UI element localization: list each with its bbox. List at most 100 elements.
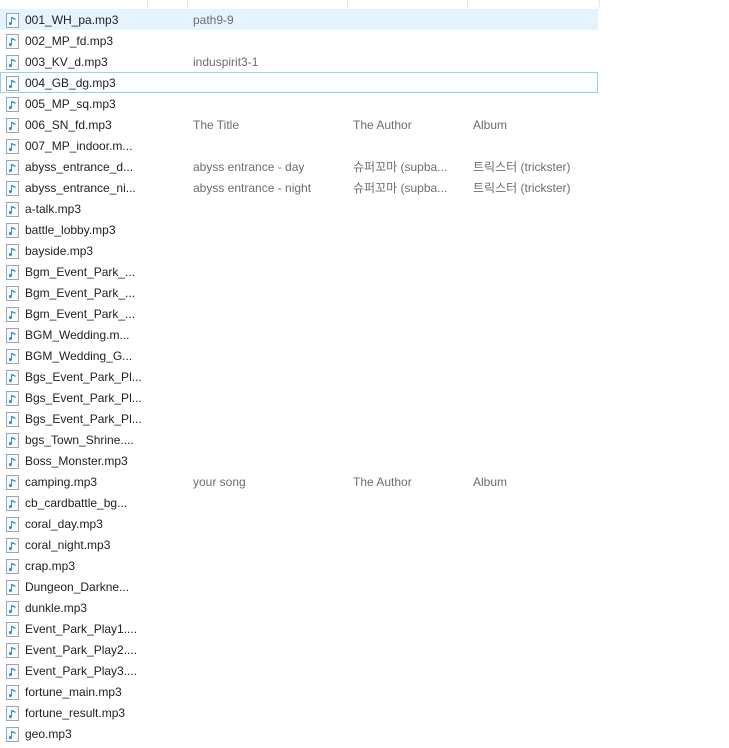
- file-row[interactable]: a-talk.mp3: [0, 198, 598, 219]
- file-name: Event_Park_Play3....: [25, 664, 138, 678]
- file-name: bayside.mp3: [25, 244, 94, 258]
- audio-file-icon: [6, 97, 19, 112]
- file-name: a-talk.mp3: [25, 202, 82, 216]
- file-name: BGM_Wedding_G...: [25, 349, 133, 363]
- file-row[interactable]: BGM_Wedding_G...: [0, 345, 598, 366]
- file-row[interactable]: 007_MP_indoor.m...: [0, 135, 598, 156]
- file-name: coral_day.mp3: [25, 517, 103, 531]
- audio-file-icon: [6, 223, 19, 238]
- file-name: Bgm_Event_Park_...: [25, 286, 136, 300]
- file-name: cb_cardbattle_bg...: [25, 496, 128, 510]
- file-row[interactable]: coral_night.mp3: [0, 534, 598, 555]
- file-name: 004_GB_dg.mp3: [25, 76, 116, 90]
- file-name: Event_Park_Play2....: [25, 643, 138, 657]
- audio-file-icon: [6, 328, 19, 343]
- file-row[interactable]: 001_WH_pa.mp3 path9-9: [0, 9, 598, 30]
- file-row[interactable]: dunkle.mp3: [0, 597, 598, 618]
- file-row[interactable]: 002_MP_fd.mp3: [0, 30, 598, 51]
- file-name: Bgs_Event_Park_Pl...: [25, 412, 142, 426]
- file-row[interactable]: bayside.mp3: [0, 240, 598, 261]
- audio-file-icon: [6, 538, 19, 553]
- file-row[interactable]: Bgs_Event_Park_Pl...: [0, 387, 598, 408]
- file-name: bgs_Town_Shrine....: [25, 433, 134, 447]
- file-row[interactable]: cb_cardbattle_bg...: [0, 492, 598, 513]
- column-divider[interactable]: [467, 0, 468, 7]
- file-name: Bgm_Event_Park_...: [25, 307, 136, 321]
- file-author: 슈퍼꼬마 (supba...: [353, 160, 448, 174]
- audio-file-icon: [6, 727, 19, 742]
- file-title: abyss entrance - day: [193, 160, 305, 174]
- file-name: battle_lobby.mp3: [25, 223, 116, 237]
- audio-file-icon: [6, 433, 19, 448]
- column-divider[interactable]: [347, 0, 348, 7]
- file-title: path9-9: [193, 13, 234, 27]
- audio-file-icon: [6, 601, 19, 616]
- audio-file-icon: [6, 643, 19, 658]
- file-row[interactable]: abyss_entrance_d... abyss entrance - day…: [0, 156, 598, 177]
- audio-file-icon: [6, 454, 19, 469]
- audio-file-icon: [6, 412, 19, 427]
- file-row[interactable]: 006_SN_fd.mp3 The Title The Author Album: [0, 114, 598, 135]
- file-name: 005_MP_sq.mp3: [25, 97, 116, 111]
- audio-file-icon: [6, 517, 19, 532]
- audio-file-icon: [6, 349, 19, 364]
- audio-file-icon: [6, 286, 19, 301]
- file-row[interactable]: Event_Park_Play1....: [0, 618, 598, 639]
- file-row[interactable]: Bgm_Event_Park_...: [0, 303, 598, 324]
- file-row[interactable]: BGM_Wedding.m...: [0, 324, 598, 345]
- column-header-dividers: [0, 0, 729, 8]
- column-divider[interactable]: [599, 0, 600, 7]
- file-author: The Author: [353, 475, 412, 489]
- file-title: The Title: [193, 118, 240, 132]
- file-row[interactable]: fortune_main.mp3: [0, 681, 598, 702]
- file-name: 007_MP_indoor.m...: [25, 139, 133, 153]
- audio-file-icon: [6, 139, 19, 154]
- file-row[interactable]: 005_MP_sq.mp3: [0, 93, 598, 114]
- file-author: The Author: [353, 118, 412, 132]
- file-row[interactable]: coral_day.mp3: [0, 513, 598, 534]
- file-row[interactable]: crap.mp3: [0, 555, 598, 576]
- file-row[interactable]: 003_KV_d.mp3 induspirit3-1: [0, 51, 598, 72]
- audio-file-icon: [6, 118, 19, 133]
- file-name: fortune_result.mp3: [25, 706, 126, 720]
- file-row[interactable]: Event_Park_Play2....: [0, 639, 598, 660]
- audio-file-icon: [6, 202, 19, 217]
- file-row[interactable]: Bgs_Event_Park_Pl...: [0, 408, 598, 429]
- file-row[interactable]: camping.mp3 your song The Author Album: [0, 471, 598, 492]
- audio-file-icon: [6, 76, 19, 91]
- audio-file-icon: [6, 181, 19, 196]
- file-row[interactable]: geo.mp3: [0, 723, 598, 744]
- file-name: 006_SN_fd.mp3: [25, 118, 112, 132]
- file-name: coral_night.mp3: [25, 538, 111, 552]
- file-row[interactable]: Boss_Monster.mp3: [0, 450, 598, 471]
- audio-file-icon: [6, 685, 19, 700]
- file-row[interactable]: 004_GB_dg.mp3: [0, 72, 598, 93]
- file-row[interactable]: bgs_Town_Shrine....: [0, 429, 598, 450]
- file-name: camping.mp3: [25, 475, 98, 489]
- file-row[interactable]: Bgm_Event_Park_...: [0, 282, 598, 303]
- file-name: crap.mp3: [25, 559, 76, 573]
- file-name: Dungeon_Darkne...: [25, 580, 130, 594]
- file-row[interactable]: Bgm_Event_Park_...: [0, 261, 598, 282]
- file-album: 트릭스터 (trickster): [473, 181, 571, 195]
- audio-file-icon: [6, 265, 19, 280]
- column-divider[interactable]: [187, 0, 188, 7]
- file-row[interactable]: Dungeon_Darkne...: [0, 576, 598, 597]
- file-name: Bgs_Event_Park_Pl...: [25, 391, 142, 405]
- file-name: Event_Park_Play1....: [25, 622, 138, 636]
- file-row[interactable]: Event_Park_Play3....: [0, 660, 598, 681]
- audio-file-icon: [6, 475, 19, 490]
- column-divider[interactable]: [147, 0, 148, 7]
- file-album: 트릭스터 (trickster): [473, 160, 571, 174]
- audio-file-icon: [6, 622, 19, 637]
- file-row[interactable]: fortune_result.mp3: [0, 702, 598, 723]
- file-name: 001_WH_pa.mp3: [25, 13, 119, 27]
- file-title: abyss entrance - night: [193, 181, 312, 195]
- file-row[interactable]: battle_lobby.mp3: [0, 219, 598, 240]
- audio-file-icon: [6, 370, 19, 385]
- file-row[interactable]: Bgs_Event_Park_Pl...: [0, 366, 598, 387]
- file-name: fortune_main.mp3: [25, 685, 122, 699]
- audio-file-icon: [6, 580, 19, 595]
- file-name: dunkle.mp3: [25, 601, 88, 615]
- file-row[interactable]: abyss_entrance_ni... abyss entrance - ni…: [0, 177, 598, 198]
